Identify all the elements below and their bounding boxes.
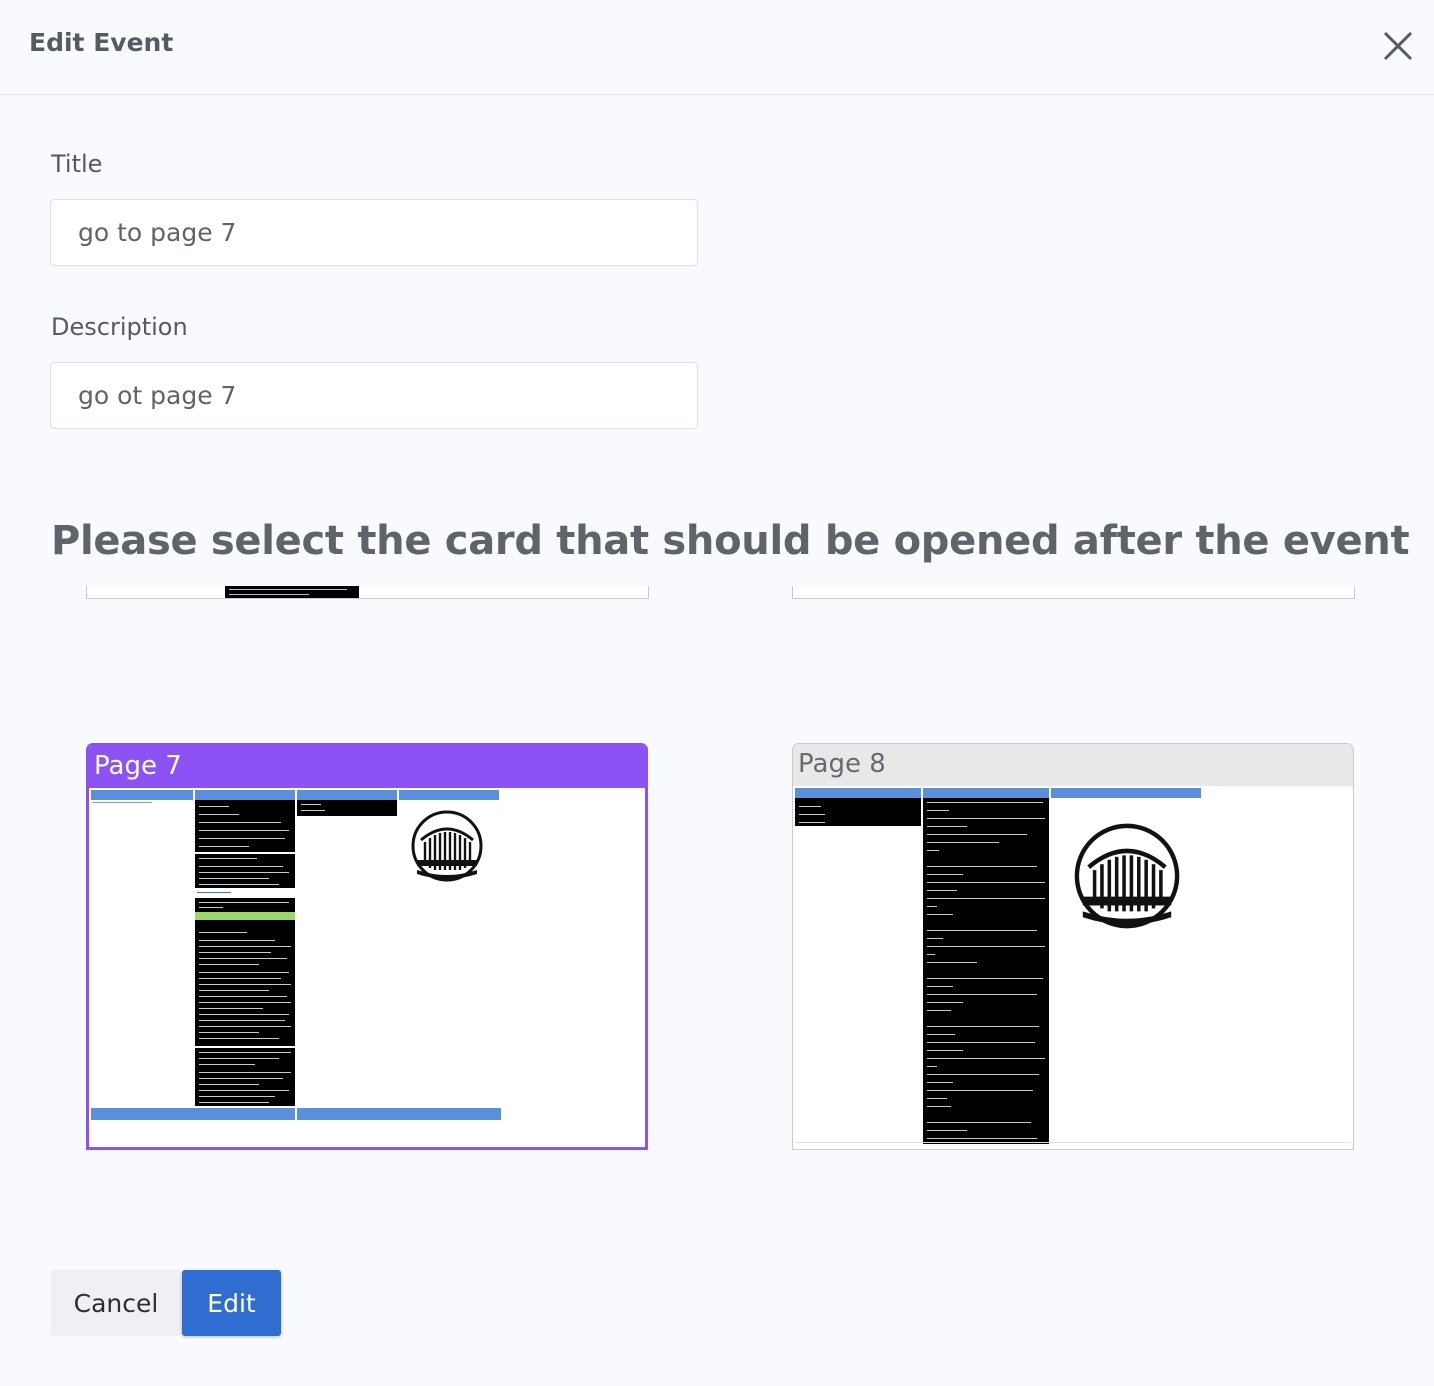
dialog-title: Edit Event (29, 28, 174, 57)
card-thumbnail (793, 786, 1353, 1149)
card-partial-thumbnail (225, 586, 359, 598)
card-thumbnail (89, 788, 645, 1147)
card-page-7[interactable]: Page 7 (86, 743, 648, 1150)
card-title: Page 7 (89, 746, 645, 788)
title-label: Title (51, 150, 103, 178)
close-button[interactable] (1380, 28, 1416, 64)
card-partial-left[interactable] (86, 586, 649, 599)
dialog-header: Edit Event (0, 0, 1434, 95)
gate-logo-icon (1074, 823, 1180, 929)
close-icon (1383, 31, 1413, 61)
edit-button[interactable]: Edit (182, 1270, 281, 1336)
description-input[interactable] (50, 362, 698, 429)
card-select-prompt: Please select the card that should be op… (51, 518, 1410, 564)
card-partial-right[interactable] (792, 586, 1355, 599)
card-title: Page 8 (793, 744, 1353, 786)
description-label: Description (51, 313, 188, 341)
title-input[interactable] (50, 199, 698, 266)
cancel-button[interactable]: Cancel (50, 1270, 182, 1336)
card-page-8[interactable]: Page 8 (792, 743, 1354, 1150)
gate-logo-icon (411, 810, 483, 882)
